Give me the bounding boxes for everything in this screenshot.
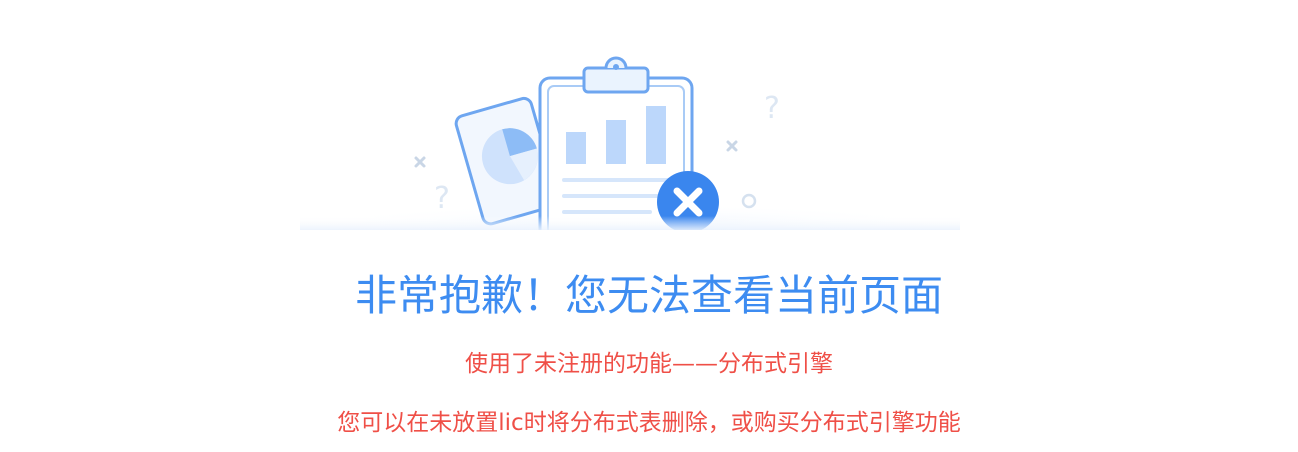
error-message-primary: 使用了未注册的功能——分布式引擎 xyxy=(465,351,833,377)
decor-question-right-icon: ? xyxy=(764,91,780,126)
error-message-secondary: 您可以在未放置lic时将分布式表删除，或购买分布式引擎功能 xyxy=(337,410,961,436)
decor-x-left-icon xyxy=(414,156,426,168)
decor-question-left-icon: ? xyxy=(434,181,450,216)
clipboard-chart-error-illustration: ? ? xyxy=(300,56,960,230)
error-title: 非常抱歉！您无法查看当前页面 xyxy=(354,271,943,320)
no-permission-page: ? ? 非常抱歉！您无法查看当前页面 使用了未注册的功能——分布式引擎 您可以在… xyxy=(0,0,1298,452)
illustration-fade xyxy=(300,216,960,230)
decor-x-right-icon xyxy=(726,140,738,152)
decor-circle-icon xyxy=(741,193,757,209)
